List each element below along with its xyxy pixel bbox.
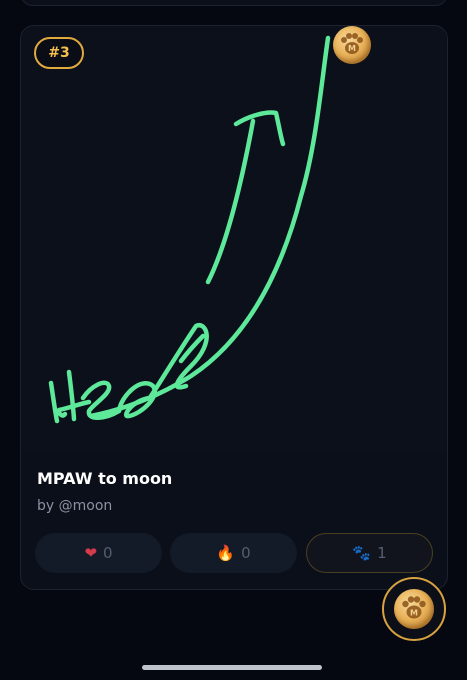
previous-post-card[interactable] bbox=[20, 0, 448, 6]
letter-r bbox=[116, 381, 157, 419]
svg-text:M: M bbox=[348, 44, 356, 53]
paw-count: 1 bbox=[377, 544, 387, 562]
fire-icon: 🔥 bbox=[216, 543, 236, 562]
post-card[interactable]: #3 M MPAW to moon by @moon ❤ 0 🔥 0 🐾 1 bbox=[20, 25, 448, 590]
app-root: #3 M MPAW to moon by @moon ❤ 0 🔥 0 🐾 1 M bbox=[0, 0, 467, 680]
like-count: 0 bbox=[103, 544, 113, 562]
dot-stroke bbox=[56, 410, 68, 418]
drawing-canvas bbox=[21, 26, 447, 453]
svg-text:M: M bbox=[410, 609, 418, 618]
mpaw-coin-icon: M bbox=[394, 589, 434, 629]
home-indicator[interactable] bbox=[142, 665, 322, 670]
letter-h-right bbox=[66, 369, 77, 422]
arrow-head-stroke bbox=[233, 110, 286, 147]
fire-button[interactable]: 🔥 0 bbox=[170, 533, 297, 573]
arrow-shaft-stroke bbox=[205, 118, 256, 285]
heart-icon: ❤ bbox=[84, 543, 98, 562]
moon-trajectory-stroke bbox=[88, 35, 331, 419]
post-author[interactable]: by @moon bbox=[37, 498, 112, 514]
drawing-svg bbox=[48, 35, 331, 424]
mpaw-coin-icon: M bbox=[333, 26, 371, 64]
rank-badge: #3 bbox=[34, 37, 84, 69]
paw-icon: 🐾 bbox=[352, 543, 372, 562]
paw-button[interactable]: 🐾 1 bbox=[306, 533, 433, 573]
letter-h-left bbox=[48, 380, 60, 424]
fire-count: 0 bbox=[241, 544, 251, 562]
post-title: MPAW to moon bbox=[37, 469, 173, 488]
mpaw-fab-button[interactable]: M bbox=[382, 577, 446, 641]
reaction-bar: ❤ 0 🔥 0 🐾 1 bbox=[35, 533, 433, 575]
like-button[interactable]: ❤ 0 bbox=[35, 533, 162, 573]
